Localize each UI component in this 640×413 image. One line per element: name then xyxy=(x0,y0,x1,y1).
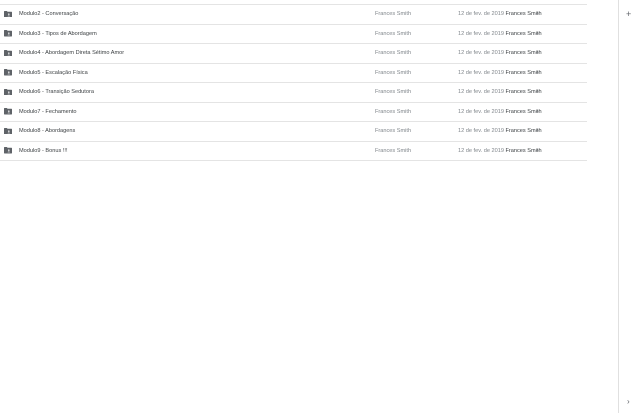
modified-date: 12 de fev. de 2019 xyxy=(458,50,504,56)
file-size: – xyxy=(536,50,540,56)
shared-folder-icon xyxy=(4,147,12,154)
side-panel-rail: + › xyxy=(618,0,640,413)
file-list-pane: Modulo2 - Conversação Frances Smith 12 de … xyxy=(0,0,618,413)
modified-info: 12 de fev. de 2019 Frances Smith xyxy=(458,31,542,37)
modified-date: 12 de fev. de 2019 xyxy=(458,11,504,17)
modified-info: 12 de fev. de 2019 Frances Smith xyxy=(458,128,542,134)
modified-info: 12 de fev. de 2019 Frances Smith xyxy=(458,148,542,154)
file-name[interactable]: Modulo5 - Escalação Física xyxy=(19,70,88,76)
file-size: – xyxy=(536,89,540,95)
shared-folder-icon xyxy=(4,88,12,95)
shared-folder-icon xyxy=(4,30,12,37)
file-name[interactable]: Modulo7 - Fechamento xyxy=(19,109,77,115)
table-row[interactable]: Modulo7 - Fechamento Frances Smith 12 de f… xyxy=(0,103,587,122)
modified-info: 12 de fev. de 2019 Frances Smith xyxy=(458,89,542,95)
file-name[interactable]: Modulo9 - Bonus !!! xyxy=(19,148,68,154)
modified-date: 12 de fev. de 2019 xyxy=(458,147,504,154)
owner-name: Frances Smith xyxy=(375,50,412,56)
modified-info: 12 de fev. de 2019 Frances Smith xyxy=(458,109,542,115)
file-name[interactable]: Modulo2 - Conversação xyxy=(19,11,78,17)
plus-icon[interactable]: + xyxy=(626,10,631,19)
file-size: – xyxy=(536,69,540,76)
file-size: – xyxy=(536,147,540,154)
chevron-right-icon[interactable]: › xyxy=(627,398,630,406)
modified-info: 12 de fev. de 2019 Frances Smith xyxy=(458,11,542,17)
modified-date: 12 de fev. de 2019 xyxy=(458,108,504,115)
owner-name: Frances Smith xyxy=(375,147,412,154)
file-name[interactable]: Modulo4 - Abordagem Direta Sétimo Amor xyxy=(19,50,124,56)
table-row[interactable]: Modulo3 - Tipos de Abordagem Frances Smit… xyxy=(0,25,587,44)
owner-name: Frances Smith xyxy=(375,69,412,76)
owner-name: Frances Smith xyxy=(375,128,412,134)
owner-name: Frances Smith xyxy=(375,108,412,115)
modified-date: 12 de fev. de 2019 xyxy=(458,30,504,37)
table-row[interactable]: Modulo8 - Abordagens Frances Smith 12 de f… xyxy=(0,122,587,142)
shared-folder-icon xyxy=(4,10,12,17)
modified-info: 12 de fev. de 2019 Frances Smith xyxy=(458,50,542,56)
modified-info: 12 de fev. de 2019 Frances Smith xyxy=(458,70,542,76)
owner-name: Frances Smith xyxy=(375,89,412,95)
file-list: Modulo2 - Conversação Frances Smith 12 de … xyxy=(0,4,587,161)
shared-folder-icon xyxy=(4,69,12,76)
file-size: – xyxy=(536,30,540,37)
table-row[interactable]: Modulo4 - Abordagem Direta Sétimo Amor Fr… xyxy=(0,44,587,64)
modified-date: 12 de fev. de 2019 xyxy=(458,89,504,95)
modified-date: 12 de fev. de 2019 xyxy=(458,69,504,76)
table-row[interactable]: Modulo9 - Bonus !!! Frances Smith 12 de fe… xyxy=(0,142,587,161)
shared-folder-icon xyxy=(4,127,12,134)
file-name[interactable]: Modulo6 - Transição Sedutora xyxy=(19,89,94,95)
file-size: – xyxy=(536,108,540,115)
table-row[interactable]: Modulo2 - Conversação Frances Smith 12 de … xyxy=(0,5,587,25)
file-size: – xyxy=(536,128,540,134)
owner-name: Frances Smith xyxy=(375,30,412,37)
file-size: – xyxy=(536,11,540,17)
file-name[interactable]: Modulo8 - Abordagens xyxy=(19,128,75,134)
file-name[interactable]: Modulo3 - Tipos de Abordagem xyxy=(19,31,97,37)
owner-name: Frances Smith xyxy=(375,11,412,17)
modified-date: 12 de fev. de 2019 xyxy=(458,128,504,134)
shared-folder-icon xyxy=(4,49,12,56)
table-row[interactable]: Modulo5 - Escalação Física Frances Smith 1… xyxy=(0,64,587,83)
table-row[interactable]: Modulo6 - Transição Sedutora Frances Smit… xyxy=(0,83,587,103)
shared-folder-icon xyxy=(4,108,12,115)
